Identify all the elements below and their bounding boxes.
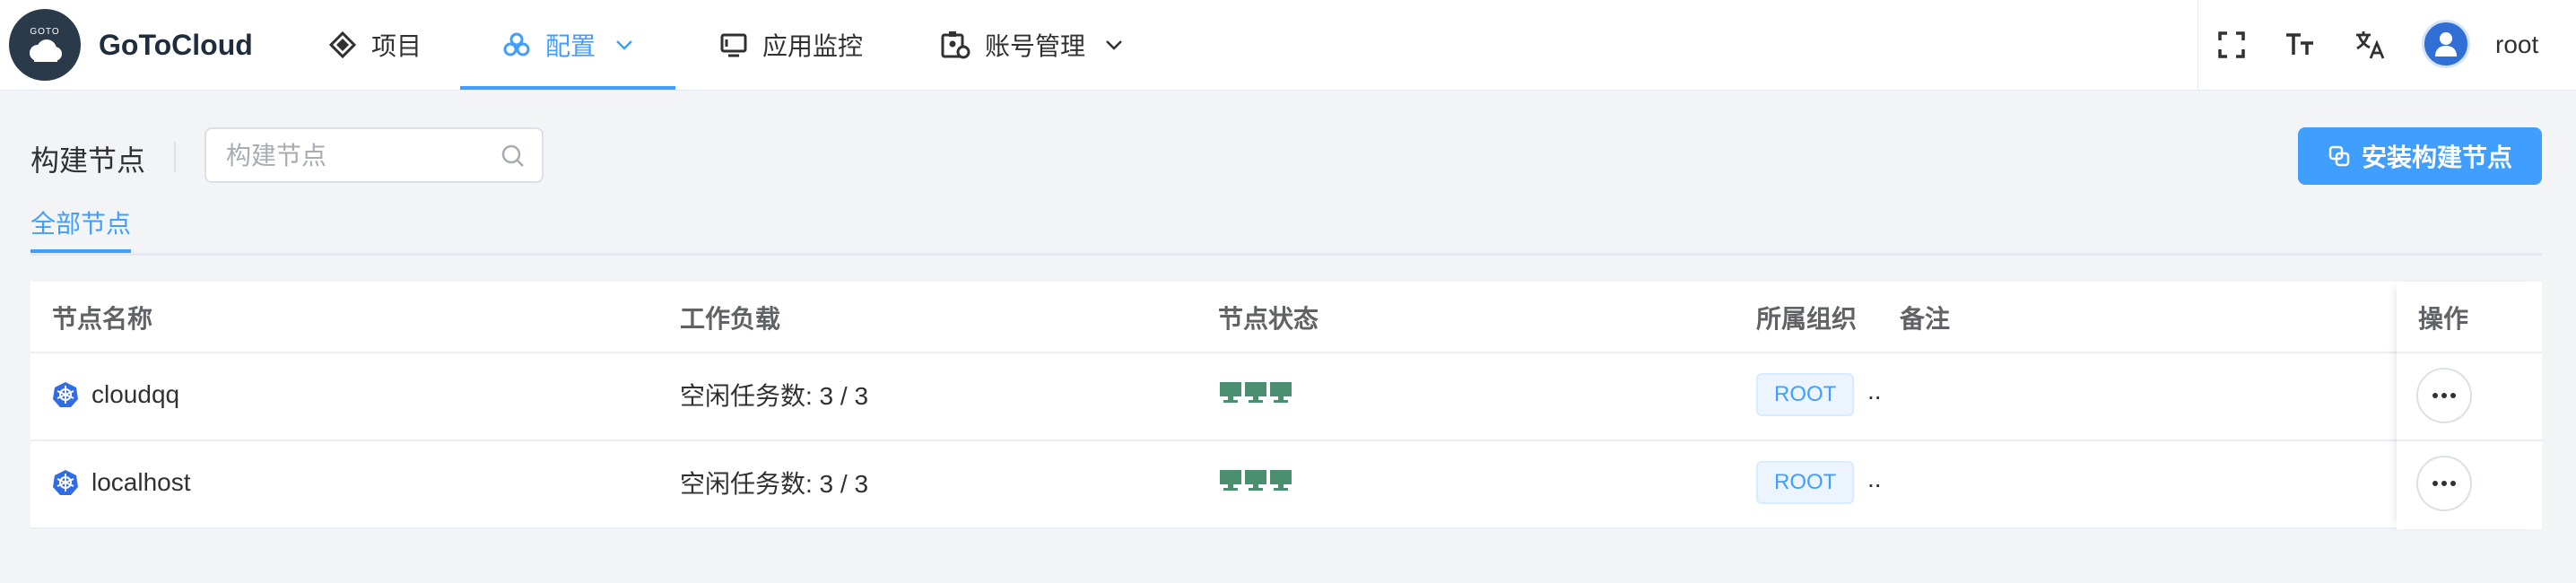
node-load: 空闲任务数: 3 / 3 (680, 470, 869, 498)
node-load: 空闲任务数: 3 / 3 (680, 382, 869, 410)
config-icon (502, 30, 531, 59)
row-divider (2397, 352, 2542, 353)
more-actions-button[interactable] (2416, 456, 2472, 511)
active-nav-indicator (460, 86, 675, 90)
nav-label: 应用监控 (762, 32, 864, 60)
nav-item-account[interactable]: 账号管理 (940, 0, 1123, 90)
link-icon (2328, 144, 2351, 168)
more-icon (2432, 481, 2438, 486)
search-field[interactable] (205, 127, 544, 183)
search-input[interactable] (224, 129, 497, 183)
nav-label: 配置 (545, 32, 596, 60)
row-divider (30, 439, 2542, 441)
translate-icon[interactable] (2352, 27, 2388, 63)
brand-name[interactable]: GoToCloud (99, 27, 253, 63)
column-header-org: 所属组织 (1756, 305, 1858, 333)
node-status-indicator (1220, 382, 1292, 405)
cloud-icon (30, 39, 62, 62)
table-row-name[interactable]: cloudqq (52, 375, 179, 414)
font-size-icon[interactable] (2282, 27, 2318, 63)
operations-column: 操作 (2397, 282, 2542, 529)
nav-label: 账号管理 (985, 32, 1086, 60)
column-header-load: 工作负载 (680, 305, 781, 333)
monitor-icon (719, 30, 748, 59)
chevron-down-icon (615, 39, 633, 50)
row-divider (30, 527, 2542, 529)
account-icon (940, 30, 970, 60)
install-node-button[interactable]: 安装构建节点 (2298, 127, 2542, 185)
node-name: cloudqq (91, 380, 180, 408)
row-divider (2397, 439, 2542, 441)
table-row-name[interactable]: localhost (52, 463, 191, 502)
more-icon (2432, 393, 2438, 398)
node-status-indicator (1220, 470, 1292, 493)
more-actions-button[interactable] (2416, 368, 2472, 423)
kubernetes-icon (52, 381, 79, 408)
top-header: GOTO GoToCloud 项目 配置 应用监控 账号管理 root (0, 0, 2576, 91)
row-divider (30, 352, 2542, 353)
column-header-name: 节点名称 (52, 305, 153, 333)
column-header-actions: 操作 (2418, 305, 2469, 333)
title-divider (174, 142, 176, 172)
project-icon (328, 30, 357, 59)
kubernetes-icon (52, 469, 79, 496)
header-divider (2197, 0, 2198, 90)
org-tag: ROOT (1756, 373, 1855, 416)
node-remark: .. (1867, 465, 1882, 492)
search-icon[interactable] (500, 144, 526, 173)
chevron-down-icon (1105, 39, 1123, 50)
nav-item-monitor[interactable]: 应用监控 (719, 0, 863, 90)
page-title: 构建节点 (30, 144, 146, 177)
nav-item-config[interactable]: 配置 (502, 0, 633, 90)
node-name: localhost (91, 468, 191, 496)
logo[interactable]: GOTO (9, 9, 81, 81)
column-header-status: 节点状态 (1218, 305, 1319, 333)
user-icon (2435, 32, 2457, 57)
nav-item-project[interactable]: 项目 (328, 0, 422, 90)
org-tag: ROOT (1756, 461, 1855, 504)
logo-text: GOTO (30, 26, 60, 37)
active-tab-indicator (30, 249, 131, 253)
avatar[interactable] (2422, 20, 2470, 68)
nav-label: 项目 (371, 32, 422, 60)
install-button-label: 安装构建节点 (2361, 144, 2512, 171)
nodes-table: 节点名称 工作负载 节点状态 所属组织 备注 cloudqq 空闲任务数: 3 … (30, 282, 2542, 529)
column-header-remark: 备注 (1900, 305, 1951, 333)
tab-bar-line (30, 253, 2542, 256)
username[interactable]: root (2495, 27, 2538, 63)
fullscreen-icon[interactable] (2214, 27, 2250, 63)
node-remark: .. (1867, 377, 1882, 405)
tab-all-nodes[interactable]: 全部节点 (30, 204, 131, 240)
